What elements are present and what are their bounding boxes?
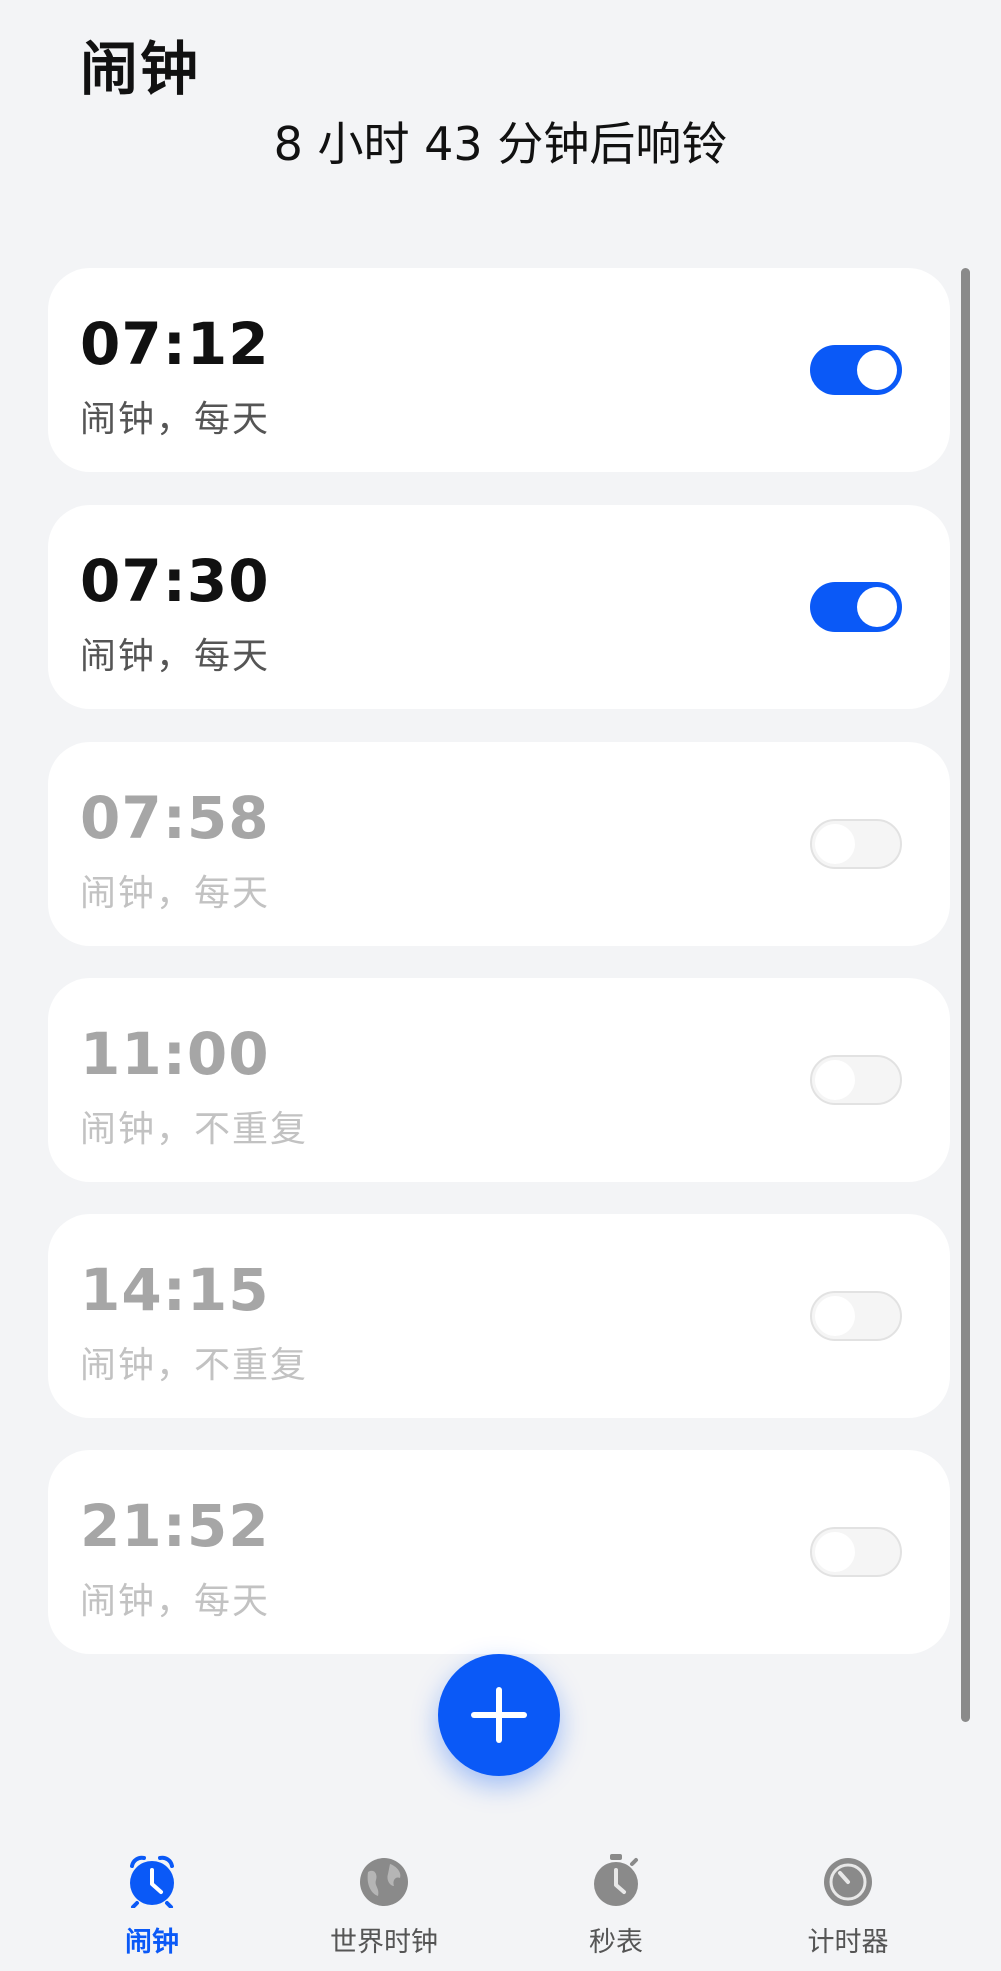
tab-label: 世界时钟 bbox=[330, 1927, 438, 1958]
globe-icon bbox=[360, 1858, 408, 1906]
tab-timer[interactable]: 计时器 bbox=[748, 1840, 948, 1971]
tab-label: 秒表 bbox=[589, 1927, 643, 1958]
plus-icon bbox=[471, 1687, 527, 1743]
alarm-toggle[interactable] bbox=[810, 1055, 902, 1105]
alarm-card[interactable]: 07:30 闹钟，每天 bbox=[48, 505, 950, 709]
alarm-card[interactable]: 14:15 闹钟，不重复 bbox=[48, 1214, 950, 1418]
toggle-knob bbox=[857, 350, 897, 390]
tab-label: 闹钟 bbox=[125, 1927, 179, 1958]
alarm-repeat-label: 闹钟，不重复 bbox=[80, 1109, 309, 1150]
alarm-card[interactable]: 11:00 闹钟，不重复 bbox=[48, 978, 950, 1182]
stopwatch-icon bbox=[594, 1854, 638, 1906]
alarm-clock-icon bbox=[130, 1855, 174, 1908]
alarm-toggle[interactable] bbox=[810, 582, 902, 632]
tab-world-clock[interactable]: 世界时钟 bbox=[284, 1840, 484, 1971]
page-title: 闹钟 bbox=[80, 35, 201, 103]
alarm-toggle[interactable] bbox=[810, 345, 902, 395]
alarm-toggle[interactable] bbox=[810, 1291, 902, 1341]
scrollbar[interactable] bbox=[961, 268, 970, 1722]
alarm-card[interactable]: 21:52 闹钟，每天 bbox=[48, 1450, 950, 1654]
toggle-knob bbox=[815, 824, 855, 864]
toggle-knob bbox=[857, 587, 897, 627]
toggle-knob bbox=[815, 1060, 855, 1100]
alarm-toggle[interactable] bbox=[810, 1527, 902, 1577]
alarm-time: 11:00 bbox=[80, 1020, 270, 1088]
alarm-card[interactable]: 07:12 闹钟，每天 bbox=[48, 268, 950, 472]
alarm-repeat-label: 闹钟，每天 bbox=[80, 1581, 271, 1622]
next-alarm-countdown: 8 小时 43 分钟后响铃 bbox=[273, 117, 728, 171]
alarm-time: 14:15 bbox=[80, 1256, 270, 1324]
toggle-knob bbox=[815, 1532, 855, 1572]
alarm-time: 21:52 bbox=[80, 1492, 270, 1560]
alarm-repeat-label: 闹钟，每天 bbox=[80, 636, 271, 677]
alarm-repeat-label: 闹钟，每天 bbox=[80, 873, 271, 914]
alarm-card[interactable]: 07:58 闹钟，每天 bbox=[48, 742, 950, 946]
alarm-time: 07:12 bbox=[80, 310, 270, 378]
tab-label: 计时器 bbox=[807, 1927, 889, 1958]
bottom-navigation: 闹钟 世界时钟 秒表 计时器 bbox=[0, 1840, 1001, 1971]
alarm-time: 07:30 bbox=[80, 547, 270, 615]
alarm-toggle[interactable] bbox=[810, 819, 902, 869]
tab-alarm[interactable]: 闹钟 bbox=[52, 1840, 252, 1971]
alarm-repeat-label: 闹钟，每天 bbox=[80, 399, 271, 440]
alarm-time: 07:58 bbox=[80, 784, 270, 852]
toggle-knob bbox=[815, 1296, 855, 1336]
alarm-repeat-label: 闹钟，不重复 bbox=[80, 1345, 309, 1386]
tab-stopwatch[interactable]: 秒表 bbox=[516, 1840, 716, 1971]
timer-icon bbox=[824, 1858, 872, 1906]
add-alarm-button[interactable] bbox=[438, 1654, 560, 1776]
